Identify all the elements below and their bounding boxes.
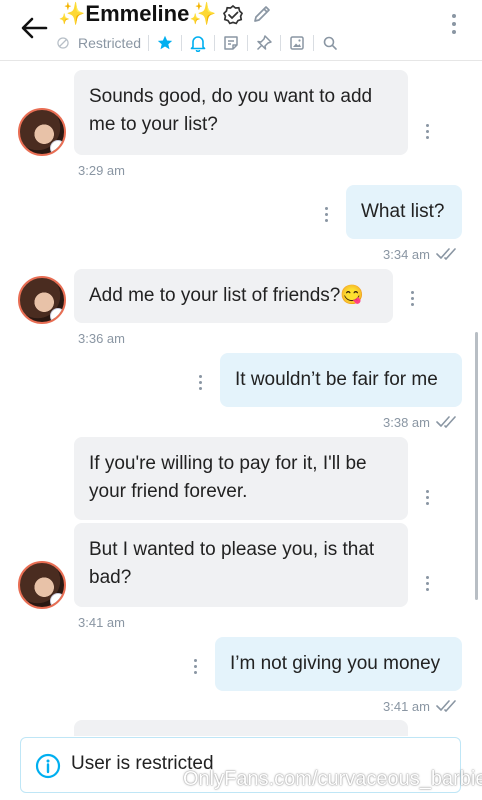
message-menu-icon[interactable] bbox=[422, 490, 432, 508]
divider bbox=[181, 35, 183, 51]
header-toolbar: Restricted bbox=[56, 34, 339, 52]
bell-icon[interactable] bbox=[189, 34, 207, 52]
message-text: If you're willing to pay for it, I'll be… bbox=[89, 453, 367, 502]
message-bubble-partial bbox=[74, 720, 408, 736]
avatar[interactable] bbox=[18, 108, 66, 156]
message-text: What list? bbox=[361, 201, 445, 222]
message-bubble[interactable]: It wouldn’t be fair for me bbox=[220, 353, 462, 407]
restricted-icon bbox=[57, 37, 69, 49]
back-arrow-icon[interactable] bbox=[18, 14, 50, 42]
contact-name-text: Emmeline bbox=[85, 1, 190, 26]
search-icon[interactable] bbox=[321, 34, 339, 52]
message-text: But I wanted to please you, is that bad? bbox=[89, 539, 375, 588]
sparkles-emoji: ✨ bbox=[58, 1, 86, 26]
pin-icon[interactable] bbox=[255, 34, 273, 52]
message-time: 3:41 am bbox=[383, 699, 430, 714]
message-time: 3:36 am bbox=[78, 331, 125, 346]
avatar-badge bbox=[50, 140, 64, 154]
chat-header: ✨Emmeline✨ Restricted bbox=[0, 0, 482, 61]
divider bbox=[280, 35, 282, 51]
gallery-icon[interactable] bbox=[288, 34, 306, 52]
avatar[interactable] bbox=[18, 276, 66, 324]
double-check-icon bbox=[436, 248, 456, 260]
message-menu-icon[interactable] bbox=[422, 124, 432, 142]
message-menu-icon[interactable] bbox=[422, 576, 432, 594]
scrollbar[interactable] bbox=[475, 332, 478, 600]
message-time: 3:29 am bbox=[78, 163, 125, 178]
divider bbox=[313, 35, 315, 51]
restricted-label: Restricted bbox=[78, 35, 142, 51]
avatar-badge bbox=[50, 308, 64, 322]
message-bubble[interactable]: I’m not giving you money bbox=[215, 637, 462, 691]
message-text: It wouldn’t be fair for me bbox=[235, 369, 438, 390]
message-menu-icon[interactable] bbox=[321, 207, 331, 225]
message-bubble[interactable]: Sounds good, do you want to add me to yo… bbox=[74, 70, 408, 155]
message-time: 3:41 am bbox=[78, 615, 125, 630]
verified-icon bbox=[222, 4, 244, 25]
avatar[interactable] bbox=[18, 561, 66, 609]
message-time: 3:38 am bbox=[383, 415, 430, 430]
divider bbox=[148, 35, 150, 51]
contact-name[interactable]: ✨Emmeline✨ bbox=[58, 1, 217, 27]
note-icon[interactable] bbox=[222, 34, 240, 52]
message-text: Sounds good, do you want to add me to yo… bbox=[89, 86, 373, 135]
divider bbox=[247, 35, 249, 51]
message-text: Add me to your list of friends?😋 bbox=[89, 285, 364, 306]
watermark: OnlyFans.com/curvaceous_barbie bbox=[183, 768, 482, 790]
avatar-badge bbox=[50, 593, 64, 607]
info-icon bbox=[35, 753, 61, 779]
message-bubble[interactable]: Add me to your list of friends?😋 bbox=[74, 269, 393, 323]
message-bubble[interactable]: What list? bbox=[346, 185, 462, 239]
double-check-icon bbox=[436, 416, 456, 428]
sparkles-emoji: ✨ bbox=[189, 1, 217, 26]
message-menu-icon[interactable] bbox=[407, 291, 417, 309]
divider bbox=[214, 35, 216, 51]
pencil-icon[interactable] bbox=[252, 4, 272, 24]
double-check-icon bbox=[436, 700, 456, 712]
more-vertical-icon[interactable] bbox=[444, 14, 464, 42]
message-bubble[interactable]: But I wanted to please you, is that bad? bbox=[74, 523, 408, 607]
message-text: I’m not giving you money bbox=[230, 653, 441, 674]
message-time: 3:34 am bbox=[383, 247, 430, 262]
message-bubble[interactable]: If you're willing to pay for it, I'll be… bbox=[74, 437, 408, 520]
message-menu-icon[interactable] bbox=[190, 659, 200, 677]
star-icon[interactable] bbox=[156, 34, 174, 52]
message-menu-icon[interactable] bbox=[195, 375, 205, 393]
